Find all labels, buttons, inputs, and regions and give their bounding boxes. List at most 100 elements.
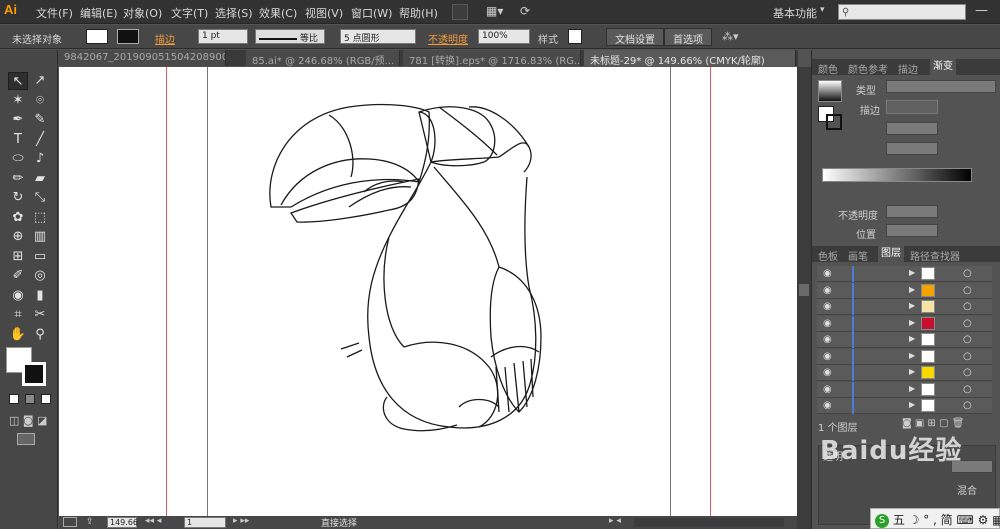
gradient-aspect-field[interactable] <box>886 142 938 155</box>
target-circle-icon[interactable]: ○ <box>963 285 972 296</box>
expand-arrow-icon[interactable]: ▶ <box>909 367 915 376</box>
menu-edit[interactable]: 编辑(E) <box>80 5 118 21</box>
tab-brushes[interactable]: 画笔 <box>848 248 868 263</box>
column-graph-tool-icon[interactable]: ▮ <box>30 287 50 305</box>
sync-icon[interactable]: ⟳ <box>520 4 530 18</box>
ime-toolbar[interactable]: S 五 ☽ ° , 简 ⌨ ⚙ ▦ <box>870 508 1000 529</box>
tab-layers[interactable]: 图层 <box>878 246 904 262</box>
tab-gradient[interactable]: 渐变 <box>930 59 956 75</box>
perspective-grid-tool-icon[interactable]: ▥ <box>30 228 50 246</box>
expand-arrow-icon[interactable]: ▶ <box>909 285 915 294</box>
selection-tool-icon[interactable]: ↖ <box>8 72 28 90</box>
gradient-tool-icon[interactable]: ▭ <box>30 248 50 266</box>
layer-row[interactable]: ◉ ▶ ○ <box>817 348 992 365</box>
opacity-field[interactable]: 100% <box>478 29 530 44</box>
artboard-tool-icon[interactable]: ⌗ <box>8 306 28 324</box>
arrange-docs-icon[interactable]: ▦▾ <box>486 4 503 18</box>
hand-tool-icon[interactable]: ✋ <box>8 326 28 344</box>
tab-document-active[interactable]: 未标题-29* @ 149.66% (CMYK/轮廓) <box>584 50 796 66</box>
tab-color-guide[interactable]: 颜色参考 <box>848 61 888 76</box>
blend-mode-label[interactable]: 混合 <box>957 482 977 497</box>
none-mode-icon[interactable] <box>41 394 51 404</box>
layer-row[interactable]: ◉ ▶ ○ <box>817 299 992 315</box>
tab-document-3[interactable]: 781 [转换].eps* @ 1716.83% (RG... <box>403 50 581 66</box>
stroke-weight-field[interactable]: 1 pt <box>198 29 248 44</box>
target-circle-icon[interactable]: ○ <box>963 318 972 329</box>
vertical-scrollbar[interactable] <box>797 67 811 529</box>
free-transform-tool-icon[interactable]: ⬚ <box>30 209 50 227</box>
expand-arrow-icon[interactable]: ▶ <box>909 301 915 310</box>
eye-icon[interactable]: ◉ <box>823 285 832 296</box>
stroke-gradient-buttons[interactable] <box>886 100 938 114</box>
menu-window[interactable]: 窗口(W) <box>351 5 392 21</box>
opacity-label[interactable]: 不透明度 <box>428 31 468 46</box>
menu-object[interactable]: 对象(O) <box>123 5 162 21</box>
menu-type[interactable]: 文字(T) <box>171 5 208 21</box>
shape-builder-tool-icon[interactable]: ⊕ <box>8 228 28 246</box>
scroll-thumb[interactable] <box>799 284 809 296</box>
gradient-preview[interactable] <box>818 80 842 102</box>
eye-icon[interactable]: ◉ <box>823 318 832 329</box>
pencil-tool-icon[interactable]: ✏ <box>8 170 28 188</box>
menu-select[interactable]: 选择(S) <box>215 5 253 21</box>
expand-arrow-icon[interactable]: ▶ <box>909 318 915 327</box>
screen-mode-icon[interactable] <box>17 433 35 445</box>
menu-file[interactable]: 文件(F) <box>36 5 73 21</box>
layer-row[interactable]: ◉ ▶ ○ <box>817 266 992 282</box>
horizontal-scrollbar[interactable] <box>634 518 784 527</box>
target-circle-icon[interactable]: ○ <box>963 268 972 279</box>
eraser-tool-icon[interactable]: ▰ <box>30 170 50 188</box>
minimize-button[interactable]: — <box>975 3 988 18</box>
menu-view[interactable]: 视图(V) <box>305 5 343 21</box>
lasso-tool-icon[interactable]: ⌾ <box>30 92 50 110</box>
graphic-style-swatch[interactable] <box>568 29 582 44</box>
direct-selection-tool-icon[interactable]: ↗ <box>30 72 50 90</box>
gradient-mode-icon[interactable] <box>25 394 35 404</box>
layer-row[interactable]: ◉ ▶ ○ <box>817 381 992 398</box>
target-circle-icon[interactable]: ○ <box>963 351 972 362</box>
warp-tool-icon[interactable]: ✿ <box>8 209 28 227</box>
type-tool-icon[interactable]: T <box>8 131 28 149</box>
expand-arrow-icon[interactable]: ▶ <box>909 268 915 277</box>
scale-tool-icon[interactable]: ⤡ <box>30 189 50 207</box>
gradient-opacity-field[interactable] <box>886 205 938 218</box>
eye-icon[interactable]: ◉ <box>823 351 832 362</box>
layer-row[interactable]: ◉ ▶ ○ <box>817 398 992 414</box>
menu-help[interactable]: 帮助(H) <box>399 5 438 21</box>
export-icon[interactable]: ⇪ <box>86 517 94 527</box>
color-mode-icon[interactable] <box>9 394 19 404</box>
gradient-slider[interactable] <box>822 168 972 182</box>
target-circle-icon[interactable]: ○ <box>963 400 972 411</box>
default-stroke-swatch[interactable] <box>22 362 46 386</box>
next-artboard-icon[interactable]: ▸ ▸▸ <box>233 516 249 526</box>
rotate-tool-icon[interactable]: ↻ <box>8 189 28 207</box>
workspace-switcher[interactable]: 基本功能 <box>773 5 817 21</box>
symbol-sprayer-tool-icon[interactable]: ◉ <box>8 287 28 305</box>
zoom-field[interactable]: 149.66 <box>107 517 138 528</box>
stroke-swatch[interactable] <box>117 29 139 44</box>
layer-row[interactable]: ◉ ▶ ○ <box>817 365 992 381</box>
tab-swatches[interactable]: 色板 <box>818 248 838 263</box>
gradient-stroke-swatch[interactable] <box>826 114 842 130</box>
expand-arrow-icon[interactable]: ▶ <box>909 400 915 409</box>
eye-icon[interactable]: ◉ <box>823 268 832 279</box>
variable-width-profile[interactable]: 等比 <box>255 29 325 44</box>
blend-tool-icon[interactable]: ◎ <box>30 267 50 285</box>
expand-arrow-icon[interactable]: ▶ <box>909 334 915 343</box>
align-options-icon[interactable]: ⁂▾ <box>722 30 739 43</box>
line-tool-icon[interactable]: ╱ <box>30 131 50 149</box>
expand-arrow-icon[interactable]: ▶ <box>909 351 915 360</box>
search-input[interactable]: ⚲ <box>838 4 966 20</box>
ellipse-tool-icon[interactable]: ⬭ <box>8 150 28 168</box>
artboard-nav-icon[interactable] <box>63 517 77 527</box>
gradient-location-field[interactable] <box>886 224 938 237</box>
sogou-icon[interactable]: S <box>875 513 889 528</box>
paintbrush-tool-icon[interactable]: ♪ <box>30 150 50 168</box>
menu-effect[interactable]: 效果(C) <box>259 5 297 21</box>
tab-stroke[interactable]: 描边 <box>898 61 918 76</box>
document-setup-button[interactable]: 文档设置 <box>606 28 664 46</box>
chevron-down-icon[interactable]: ▾ <box>820 5 825 15</box>
eye-icon[interactable]: ◉ <box>823 400 832 411</box>
prev-artboard-icon[interactable]: ◂◂ ◂ <box>145 516 161 526</box>
status-menu-icon[interactable]: ▸ ◂ <box>609 516 621 526</box>
